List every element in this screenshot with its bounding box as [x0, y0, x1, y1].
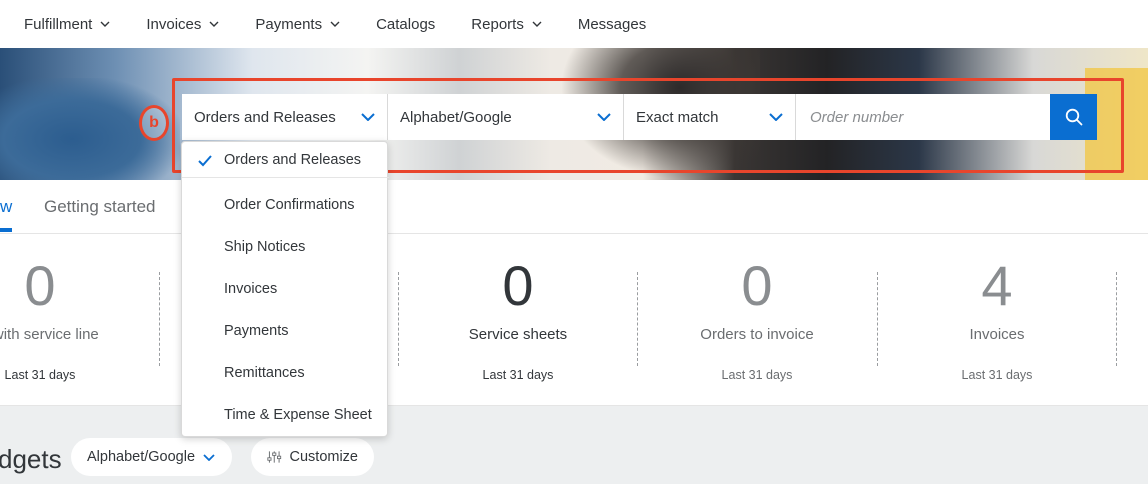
tile-label: Invoices	[969, 326, 1025, 343]
dropdown-option-label: Ship Notices	[224, 239, 306, 255]
dropdown-option-time-expense-sheet[interactable]: Time & Expense Sheet	[182, 394, 389, 436]
annotation-badge: b	[139, 105, 169, 141]
search-bar: Orders and Releases Alphabet/Google Exac…	[182, 94, 1097, 140]
dropdown-option-orders-and-releases[interactable]: Orders and Releases	[182, 142, 389, 178]
sliders-icon	[267, 451, 282, 463]
tile-value: 0	[741, 254, 773, 317]
summary-tiles: 0 s with service line Last 31 days 0 Ser…	[0, 234, 1148, 406]
dropdown-option-label: Payments	[224, 323, 289, 339]
match-type-select[interactable]: Exact match	[624, 94, 796, 140]
document-type-value: Orders and Releases	[194, 108, 336, 126]
dropdown-option-label: Invoices	[224, 281, 278, 297]
nav-catalogs-label: Catalogs	[376, 15, 436, 33]
dropdown-option-invoices[interactable]: Invoices	[182, 268, 389, 310]
document-type-dropdown: Orders and Releases Order Confirmations …	[181, 141, 389, 437]
top-nav: Fulfillment Invoices Payments Catalogs R…	[0, 0, 1148, 48]
tile-label: s with service line	[0, 326, 99, 343]
widget-customer-filter[interactable]: Alphabet/Google	[71, 438, 232, 476]
tile-value: 0	[502, 254, 534, 317]
chevron-down-icon	[203, 453, 215, 461]
search-button[interactable]	[1050, 94, 1097, 140]
chevron-down-icon	[100, 21, 110, 27]
nav-reports[interactable]: Reports	[471, 16, 542, 33]
order-number-input[interactable]	[796, 94, 1050, 140]
tab-bar: w Getting started	[0, 180, 1148, 234]
tile-value: 4	[981, 254, 1013, 317]
tile-divider	[1116, 272, 1117, 366]
tab-overview[interactable]: w	[0, 197, 12, 217]
dropdown-option-label: Time & Expense Sheet	[224, 407, 372, 423]
chevron-down-icon	[769, 113, 783, 121]
chevron-down-icon	[209, 21, 219, 27]
checkmark-icon	[198, 155, 212, 167]
nav-messages-label: Messages	[577, 15, 647, 33]
tile-label: Orders to invoice	[700, 326, 814, 343]
tile-period: Last 31 days	[482, 368, 554, 382]
tile-divider	[398, 272, 399, 366]
document-type-select[interactable]: Orders and Releases	[182, 94, 388, 140]
nav-reports-label: Reports	[471, 15, 524, 33]
dropdown-option-order-confirmations[interactable]: Order Confirmations	[182, 184, 389, 226]
tile-divider	[877, 272, 878, 366]
dropdown-option-remittances[interactable]: Remittances	[182, 352, 389, 394]
tile-label: Service sheets	[468, 326, 568, 343]
tab-active-indicator	[0, 228, 12, 232]
customer-select[interactable]: Alphabet/Google	[388, 94, 624, 140]
nav-payments[interactable]: Payments	[255, 16, 340, 33]
nav-fulfillment[interactable]: Fulfillment	[24, 16, 110, 33]
tile-divider	[637, 272, 638, 366]
nav-invoices[interactable]: Invoices	[146, 16, 219, 33]
tile-period: Last 31 days	[4, 368, 76, 382]
dropdown-option-ship-notices[interactable]: Ship Notices	[182, 226, 389, 268]
nav-messages[interactable]: Messages	[578, 16, 646, 33]
dropdown-option-payments[interactable]: Payments	[182, 310, 389, 352]
customize-button[interactable]: Customize	[251, 438, 374, 476]
nav-catalogs[interactable]: Catalogs	[376, 16, 435, 33]
dropdown-option-label: Order Confirmations	[224, 197, 355, 213]
widgets-title: dgets	[0, 444, 62, 474]
search-icon	[1065, 108, 1082, 126]
chevron-down-icon	[597, 113, 611, 121]
dropdown-option-label: Remittances	[224, 365, 305, 381]
tab-getting-started[interactable]: Getting started	[44, 197, 156, 217]
customer-value: Alphabet/Google	[400, 108, 512, 126]
dropdown-option-label: Orders and Releases	[224, 151, 362, 168]
nav-payments-label: Payments	[255, 15, 323, 33]
widget-customer-value: Alphabet/Google	[87, 449, 196, 465]
tile-value: 0	[24, 254, 56, 317]
chevron-down-icon	[361, 113, 375, 121]
tile-period: Last 31 days	[721, 368, 793, 382]
chevron-down-icon	[532, 21, 542, 27]
match-type-value: Exact match	[636, 108, 719, 126]
nav-fulfillment-label: Fulfillment	[24, 15, 93, 33]
chevron-down-icon	[330, 21, 340, 27]
nav-invoices-label: Invoices	[146, 15, 202, 33]
customize-label: Customize	[289, 449, 359, 465]
tile-divider	[159, 272, 160, 366]
page: Fulfillment Invoices Payments Catalogs R…	[0, 0, 1148, 484]
tile-period: Last 31 days	[961, 368, 1033, 382]
